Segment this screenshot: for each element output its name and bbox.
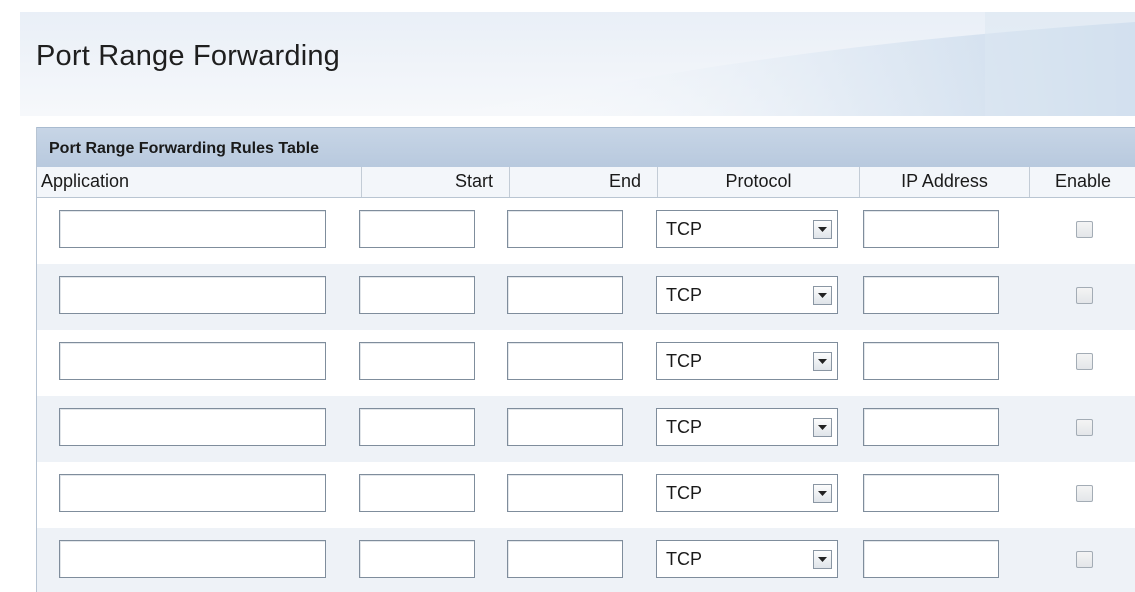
ip-address-input[interactable] (863, 540, 999, 578)
column-header-application: Application (37, 167, 362, 197)
column-header-ip-address: IP Address (860, 167, 1030, 197)
end-port-input[interactable] (507, 540, 623, 578)
protocol-select-value: TCP (666, 219, 702, 239)
protocol-select[interactable]: TCP (656, 540, 838, 578)
protocol-select-value: TCP (666, 285, 702, 305)
end-port-input[interactable] (507, 408, 623, 446)
table-row: TCP (37, 396, 1135, 462)
application-input[interactable] (59, 474, 326, 512)
table-row: TCP (37, 330, 1135, 396)
page-title: Port Range Forwarding (36, 40, 341, 72)
start-port-input[interactable] (359, 474, 475, 512)
protocol-select[interactable]: TCP (656, 342, 838, 380)
enable-checkbox[interactable] (1076, 485, 1093, 502)
end-port-input[interactable] (507, 474, 623, 512)
column-header-start: Start (362, 167, 510, 197)
table-row: TCP (37, 528, 1135, 592)
application-input[interactable] (59, 540, 326, 578)
page-background: Port Range Forwarding Port Range Forward… (0, 0, 1135, 592)
content-panel: Port Range Forwarding Port Range Forward… (20, 12, 1135, 592)
application-input[interactable] (59, 342, 326, 380)
chevron-down-icon[interactable] (813, 352, 832, 371)
column-header-enable: Enable (1054, 171, 1112, 191)
protocol-select[interactable]: TCP (656, 408, 838, 446)
enable-checkbox[interactable] (1076, 419, 1093, 436)
table-row: TCP (37, 198, 1135, 264)
end-port-input[interactable] (507, 276, 623, 314)
application-input[interactable] (59, 408, 326, 446)
protocol-select[interactable]: TCP (656, 210, 838, 248)
application-input[interactable] (59, 276, 326, 314)
ip-address-input[interactable] (863, 474, 999, 512)
enable-checkbox[interactable] (1076, 551, 1093, 568)
end-port-input[interactable] (507, 342, 623, 380)
enable-checkbox[interactable] (1076, 353, 1093, 370)
enable-checkbox[interactable] (1076, 221, 1093, 238)
application-input[interactable] (59, 210, 326, 248)
start-port-input[interactable] (359, 342, 475, 380)
chevron-down-icon[interactable] (813, 286, 832, 305)
table-row: TCP (37, 264, 1135, 330)
table-caption: Port Range Forwarding Rules Table (37, 127, 1135, 167)
column-header-end: End (510, 167, 658, 197)
protocol-select-value: TCP (666, 549, 702, 569)
table-caption-text: Port Range Forwarding Rules Table (49, 140, 319, 157)
rules-table: Port Range Forwarding Rules Table Applic… (36, 127, 1135, 592)
start-port-input[interactable] (359, 210, 475, 248)
enable-checkbox[interactable] (1076, 287, 1093, 304)
table-header-row: Application Start End Protocol IP Addres… (37, 167, 1135, 198)
chevron-down-icon[interactable] (813, 550, 832, 569)
chevron-down-icon[interactable] (813, 484, 832, 503)
protocol-select[interactable]: TCP (656, 276, 838, 314)
ip-address-input[interactable] (863, 276, 999, 314)
chevron-down-icon[interactable] (813, 418, 832, 437)
column-header-protocol: Protocol (658, 167, 860, 197)
ip-address-input[interactable] (863, 408, 999, 446)
protocol-select-value: TCP (666, 351, 702, 371)
header-banner: Port Range Forwarding (20, 12, 1135, 116)
table-row: TCP (37, 462, 1135, 528)
start-port-input[interactable] (359, 276, 475, 314)
ip-address-input[interactable] (863, 342, 999, 380)
start-port-input[interactable] (359, 540, 475, 578)
ip-address-input[interactable] (863, 210, 999, 248)
protocol-select-value: TCP (666, 483, 702, 503)
start-port-input[interactable] (359, 408, 475, 446)
chevron-down-icon[interactable] (813, 220, 832, 239)
protocol-select[interactable]: TCP (656, 474, 838, 512)
end-port-input[interactable] (507, 210, 623, 248)
protocol-select-value: TCP (666, 417, 702, 437)
